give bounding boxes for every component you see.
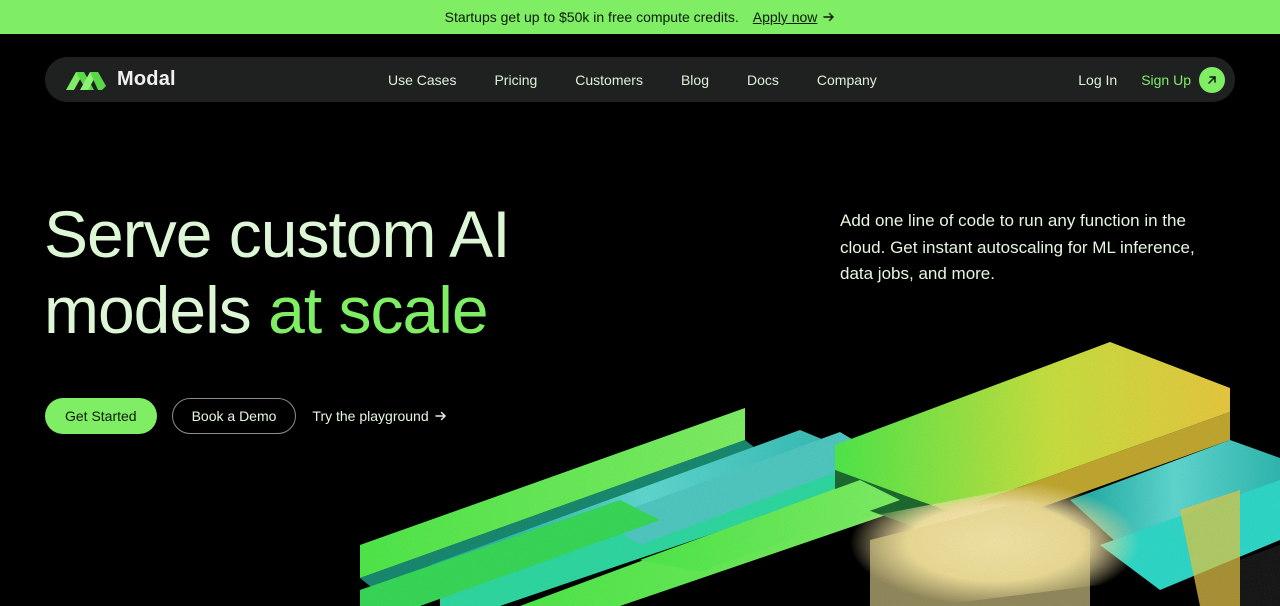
hero-title-line2-plain: models [44,273,269,347]
hero-title-accent: at scale [268,273,488,347]
signup-arrow-circle [1199,66,1225,93]
apply-now-link[interactable]: Apply now [753,9,836,25]
nav-link-pricing[interactable]: Pricing [494,72,537,88]
arrow-up-right-icon [1208,75,1216,84]
signup-label: Sign Up [1141,71,1191,88]
arrow-right-icon [434,411,446,421]
book-demo-button[interactable]: Book a Demo [171,398,297,434]
nav-link-company[interactable]: Company [817,72,877,88]
apply-now-label: Apply now [752,9,818,25]
nav-links: Use Cases Pricing Customers Blog Docs Co… [388,57,915,102]
brand-name: Modal [117,68,176,90]
playground-link[interactable]: Try the playground [312,408,446,424]
arrow-right-icon [823,12,835,22]
modal-logo-icon [66,71,106,90]
brand-home-link[interactable]: Modal [65,68,176,92]
hero-title: Serve custom AI models at scale [44,196,684,348]
login-link[interactable]: Log In [1078,72,1117,88]
nav-link-customers[interactable]: Customers [575,72,643,88]
main-navbar: Modal Use Cases Pricing Customers Blog D… [45,57,1235,102]
signup-button[interactable]: Sign Up [1141,66,1225,93]
announcement-text: Startups get up to $50k in free compute … [444,9,739,25]
hero-title-line1: Serve custom AI [44,197,511,271]
nav-auth: Log In Sign Up [1078,57,1225,102]
announcement-banner: Startups get up to $50k in free compute … [0,0,1280,34]
nav-link-blog[interactable]: Blog [681,72,709,88]
nav-link-docs[interactable]: Docs [747,72,779,88]
hero-cta-row: Get Started Book a Demo Try the playgrou… [45,398,447,434]
playground-link-label: Try the playground [312,408,429,424]
nav-link-use-cases[interactable]: Use Cases [388,72,456,88]
get-started-button[interactable]: Get Started [45,398,157,434]
hero-description: Add one line of code to run any function… [840,211,1195,283]
